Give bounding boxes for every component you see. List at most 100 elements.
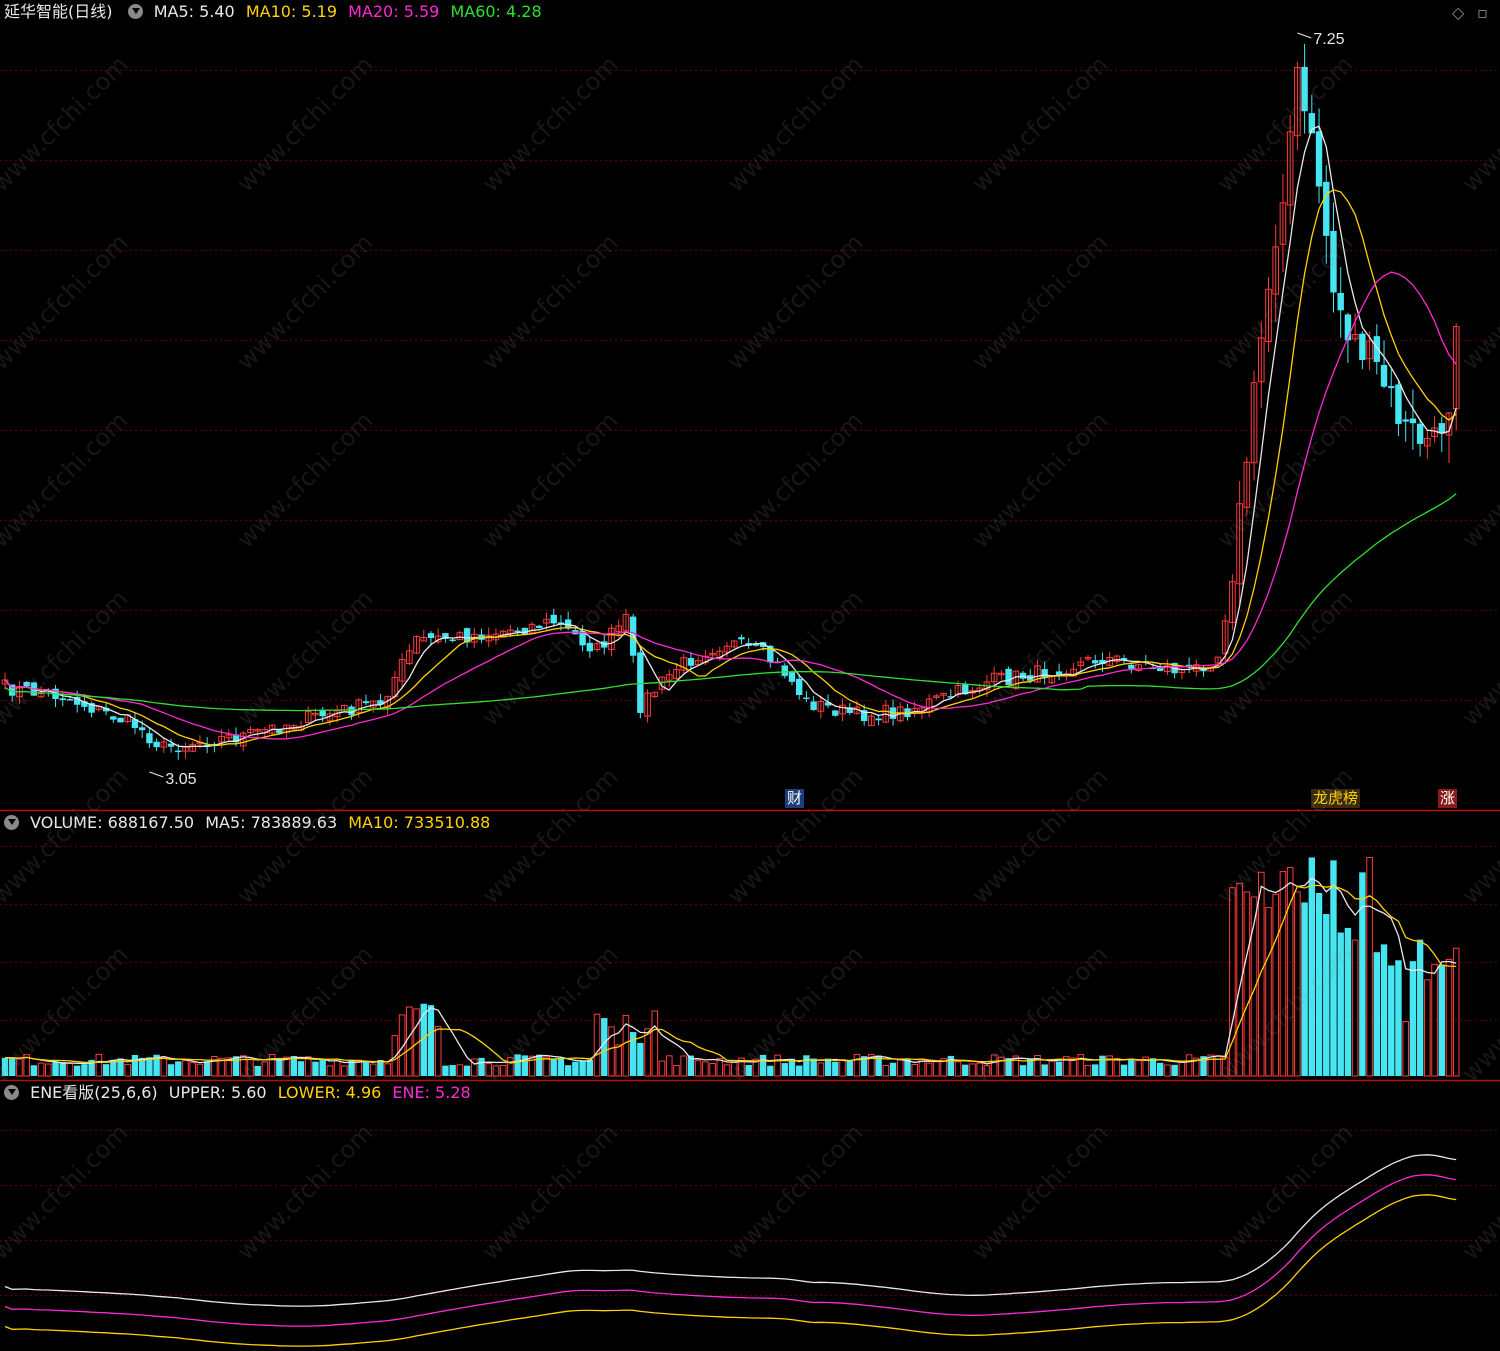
volume-bar	[232, 1056, 240, 1076]
volume-bar	[456, 1064, 464, 1077]
volume-bar	[521, 1055, 529, 1076]
indicator-toggle-icon[interactable]	[127, 4, 143, 19]
volume-bar	[904, 1059, 911, 1076]
restore-icon[interactable]: ▫	[1477, 3, 1488, 22]
ene-upper-line	[4, 1154, 1457, 1307]
volume-bar	[1438, 964, 1445, 1076]
candle-body	[781, 665, 788, 676]
volume-bar	[1402, 1021, 1409, 1077]
volume-bar	[1294, 891, 1301, 1077]
volume-bar	[983, 1064, 991, 1077]
candle-body	[1380, 364, 1388, 387]
volume-bar	[1315, 893, 1323, 1076]
volume-ma10-label: MA10: 733510.88	[348, 813, 491, 832]
high-price-label: 7.25	[1313, 31, 1344, 48]
volume-bar	[362, 1061, 370, 1076]
volume-bar	[767, 1065, 774, 1076]
candle-body	[138, 727, 146, 731]
volume-bar	[304, 1056, 312, 1077]
volume-ma5-line	[5, 877, 1457, 1065]
volume-bar	[1, 1057, 9, 1076]
volume-bar	[478, 1057, 485, 1076]
volume-bar	[536, 1054, 543, 1076]
volume-bar	[52, 1061, 59, 1076]
candle-body	[167, 743, 175, 747]
candle-body	[1395, 384, 1402, 424]
volume-bar	[608, 1026, 615, 1077]
volume-bar	[167, 1064, 175, 1076]
volume-bar	[434, 1026, 442, 1077]
volume-bar	[1084, 1065, 1092, 1077]
volume-bar	[730, 1062, 738, 1077]
candle-body	[1359, 333, 1366, 361]
volume-bar	[796, 1065, 803, 1076]
volume-bar	[341, 1065, 348, 1077]
volume-bar	[543, 1056, 550, 1077]
candle-body	[1330, 230, 1337, 293]
ene-name-label: ENE看版(25,6,6)	[30, 1083, 158, 1102]
candle-body	[810, 701, 817, 710]
volume-bar	[723, 1064, 731, 1077]
volume-bar	[810, 1058, 817, 1076]
candle-body	[687, 658, 695, 666]
volume-bar	[102, 1064, 110, 1076]
candle-body	[1128, 664, 1135, 669]
volume-bar	[45, 1063, 52, 1077]
volume-bar	[59, 1062, 66, 1076]
volume-bar	[1092, 1064, 1099, 1076]
volume-toggle-icon[interactable]	[4, 815, 19, 830]
candle-body	[66, 699, 74, 701]
volume-bar	[449, 1065, 456, 1076]
stock-title: 延华智能(日线)	[4, 2, 113, 21]
volume-bar	[528, 1055, 536, 1077]
volume-bar	[66, 1063, 74, 1077]
low-arrow	[149, 771, 164, 778]
volume-bar	[853, 1053, 861, 1077]
volume-bar	[514, 1054, 521, 1076]
volume-ma10-line	[5, 884, 1457, 1064]
volume-bar	[962, 1064, 969, 1076]
volume-bar	[1380, 944, 1388, 1076]
candle-body	[832, 710, 839, 716]
volume-bar	[276, 1058, 283, 1076]
candle-body	[146, 733, 153, 744]
candle-body	[586, 642, 594, 652]
volume-bar	[211, 1056, 218, 1077]
ene-value-label: ENE: 5.28	[392, 1083, 471, 1102]
volume-bar	[369, 1063, 377, 1077]
candle-body	[23, 681, 30, 687]
ene-lower-line	[4, 1194, 1457, 1347]
volume-bar	[601, 1018, 608, 1076]
ma10-label: MA10: 5.19	[245, 2, 338, 21]
volume-bar	[615, 1044, 623, 1077]
diamond-icon[interactable]: ◇	[1452, 3, 1464, 22]
finance-marker[interactable]: 财	[785, 789, 805, 808]
volume-bar	[30, 1065, 38, 1076]
volume-bar	[1424, 979, 1431, 1077]
low-price-label: 3.05	[165, 771, 196, 788]
volume-bar	[933, 1060, 940, 1077]
ene-toggle-icon[interactable]	[4, 1085, 19, 1100]
volume-bar	[846, 1060, 853, 1076]
volume-bar	[160, 1057, 168, 1077]
candle-body	[637, 652, 644, 713]
dragon-tiger-marker[interactable]: 龙虎榜	[1311, 789, 1361, 808]
candle-body	[796, 678, 803, 696]
ene-panel-header: ENE看版(25,6,6) UPPER: 5.60 LOWER: 4.96 EN…	[0, 1082, 477, 1104]
volume-bar	[74, 1065, 81, 1076]
volume-bar	[384, 1063, 391, 1077]
volume-bar	[203, 1061, 211, 1076]
volume-bar	[1272, 893, 1280, 1077]
volume-bar	[1323, 914, 1330, 1076]
volume-bar	[1330, 860, 1337, 1076]
volume-bar	[1265, 907, 1272, 1077]
volume-bar	[673, 1065, 680, 1077]
volume-bar	[658, 1060, 666, 1077]
volume-bar	[1337, 932, 1344, 1076]
limit-up-marker[interactable]: 涨	[1438, 789, 1458, 808]
volume-bar	[665, 1055, 673, 1077]
high-arrow	[1297, 32, 1312, 39]
volume-bar	[954, 1061, 962, 1077]
volume-ma5-label: MA5: 783889.63	[205, 813, 338, 832]
volume-bar	[326, 1065, 334, 1077]
